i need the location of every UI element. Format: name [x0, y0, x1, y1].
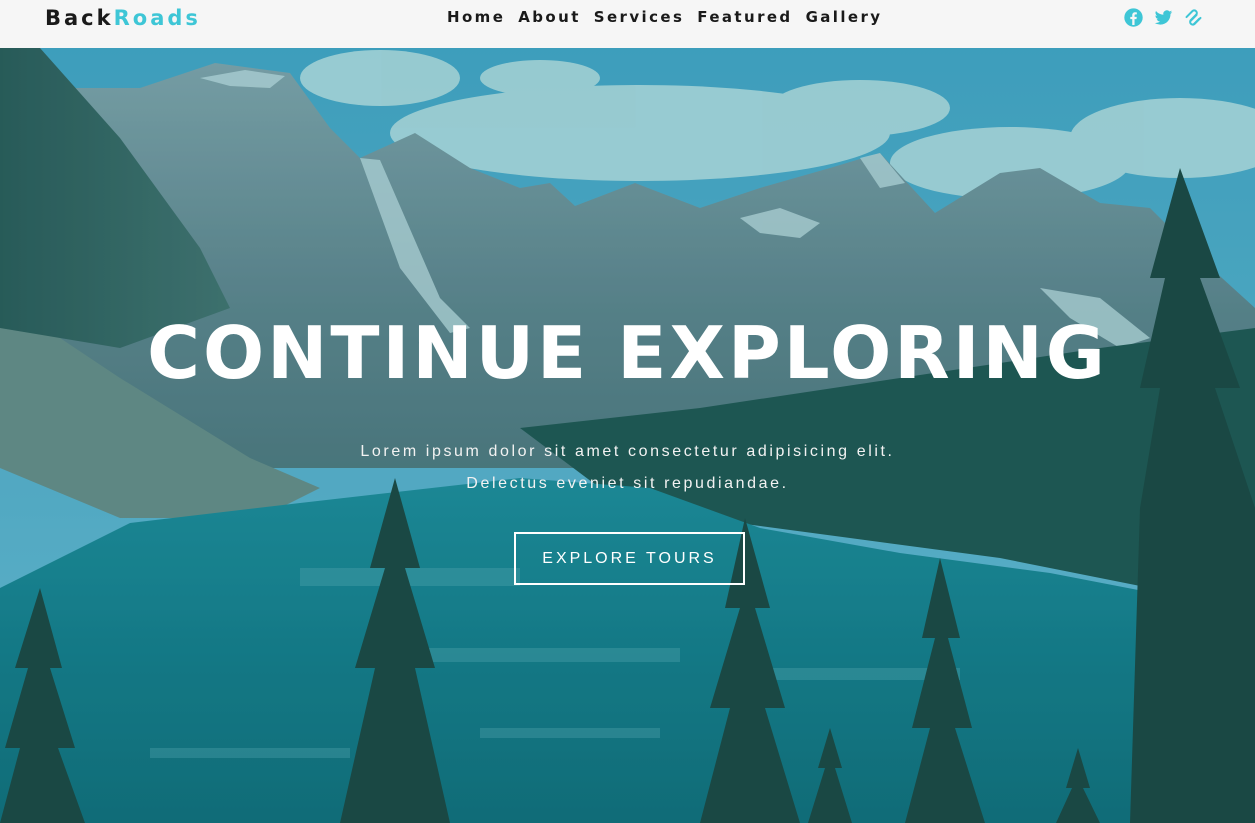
hero-title: CONTINUE EXPLORING [147, 311, 1108, 395]
explore-tours-button[interactable]: EXPLORE TOURS [514, 532, 745, 585]
nav-link-about[interactable]: About [518, 8, 581, 26]
nav-link-home[interactable]: Home [447, 8, 505, 26]
twitter-icon[interactable] [1153, 7, 1174, 28]
brand-logo[interactable]: BackRoads [45, 4, 201, 32]
top-navbar: BackRoads Home About Services Featured G… [0, 0, 1255, 48]
nav-link-gallery[interactable]: Gallery [806, 8, 883, 26]
nav-link-services[interactable]: Services [594, 8, 685, 26]
hero-section: CONTINUE EXPLORING Lorem ipsum dolor sit… [0, 48, 1255, 823]
facebook-icon[interactable] [1123, 7, 1144, 28]
brand-logo-part1: Back [45, 6, 114, 30]
squarespace-icon[interactable] [1183, 7, 1204, 28]
hero-subtitle-line2: Delectus eveniet sit repudiandae. [466, 475, 789, 492]
hero-subtitle-line1: Lorem ipsum dolor sit amet consectetur a… [360, 443, 895, 460]
brand-logo-part2: Roads [113, 6, 201, 30]
nav-link-featured[interactable]: Featured [697, 8, 792, 26]
nav-links: Home About Services Featured Gallery [447, 8, 882, 26]
hero-background-image [0, 48, 1255, 823]
social-links [1123, 7, 1204, 28]
